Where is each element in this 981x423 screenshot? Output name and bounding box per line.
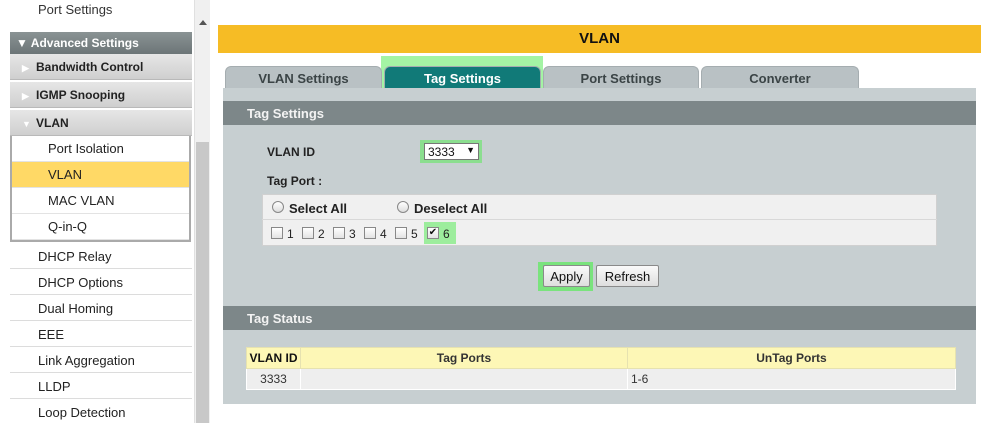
tab-vlan-settings[interactable]: VLAN Settings — [225, 66, 382, 90]
advanced-settings-label: Advanced Settings — [30, 36, 139, 50]
sidebar-item-dhcp-options[interactable]: DHCP Options — [10, 269, 192, 295]
scroll-up-icon[interactable] — [199, 20, 207, 25]
port-6-label: 6 — [443, 227, 450, 241]
tag-port-label: Tag Port : — [267, 174, 323, 188]
port-4-label: 4 — [380, 227, 387, 241]
scrollbar-thumb[interactable] — [196, 142, 209, 423]
tag-status-table: VLAN ID Tag Ports UnTag Ports 3333 1-6 — [246, 347, 956, 390]
triangle-down-icon: ▼ — [16, 36, 28, 50]
port-2-checkbox[interactable] — [302, 227, 314, 239]
tag-settings-header: Tag Settings — [223, 101, 976, 125]
apply-button[interactable]: Apply — [543, 265, 590, 287]
sidebar-advanced-settings-header[interactable]: ▼ Advanced Settings — [10, 32, 192, 54]
refresh-button[interactable]: Refresh — [596, 265, 659, 287]
sidebar-group-igmp-snooping[interactable]: ▶ IGMP Snooping — [10, 82, 192, 108]
column-header-vlan-id: VLAN ID — [246, 347, 301, 369]
port-1-checkbox[interactable] — [271, 227, 283, 239]
cell-tag-ports — [300, 368, 628, 390]
column-header-untag-ports: UnTag Ports — [627, 347, 956, 369]
cell-vlan-id: 3333 — [246, 368, 301, 390]
column-header-tag-ports: Tag Ports — [300, 347, 628, 369]
cell-untag-ports: 1-6 — [627, 368, 956, 390]
sidebar-scrollbar[interactable] — [194, 0, 210, 423]
port-6-checkbox[interactable]: ✔ — [427, 227, 439, 239]
submenu-item-vlan[interactable]: VLAN — [12, 162, 189, 188]
tab-tag-settings[interactable]: Tag Settings — [384, 66, 541, 90]
tab-converter[interactable]: Converter — [701, 66, 859, 90]
sidebar-item-dhcp-relay[interactable]: DHCP Relay — [10, 243, 192, 269]
check-icon: ✔ — [428, 227, 438, 238]
vlan-id-label: VLAN ID — [267, 145, 315, 159]
tab-port-settings[interactable]: Port Settings — [543, 66, 699, 90]
triangle-down-icon: ▼ — [22, 119, 31, 129]
vlan-id-value: 3333 — [428, 145, 455, 159]
sidebar-item-eee[interactable]: EEE — [10, 321, 192, 347]
deselect-all-label: Deselect All — [414, 201, 488, 216]
port-4-checkbox[interactable] — [364, 227, 376, 239]
port-1-label: 1 — [287, 227, 294, 241]
sidebar-item-lldp[interactable]: LLDP — [10, 373, 192, 399]
sidebar-item-dual-homing[interactable]: Dual Homing — [10, 295, 192, 321]
sidebar-item-port-settings[interactable]: Port Settings — [10, 0, 192, 32]
triangle-right-icon: ▶ — [22, 63, 29, 73]
submenu-item-port-isolation[interactable]: Port Isolation — [12, 136, 189, 162]
deselect-all-radio[interactable] — [397, 201, 409, 213]
submenu-item-q-in-q[interactable]: Q-in-Q — [12, 214, 189, 240]
vlan-submenu: Port Isolation VLAN MAC VLAN Q-in-Q — [10, 136, 191, 242]
port-2-label: 2 — [318, 227, 325, 241]
sidebar: Port Settings ▼ Advanced Settings ▶ Bandw… — [0, 0, 210, 423]
sidebar-item-loop-detection[interactable]: Loop Detection — [10, 399, 192, 423]
submenu-item-mac-vlan[interactable]: MAC VLAN — [12, 188, 189, 214]
table-header-row: VLAN ID Tag Ports UnTag Ports — [246, 347, 956, 369]
port-3-label: 3 — [349, 227, 356, 241]
triangle-right-icon: ▶ — [22, 91, 29, 101]
select-row — [262, 194, 937, 220]
sidebar-item-link-aggregation[interactable]: Link Aggregation — [10, 347, 192, 373]
caret-down-icon: ▼ — [466, 145, 475, 155]
select-all-radio[interactable] — [272, 201, 284, 213]
port-3-checkbox[interactable] — [333, 227, 345, 239]
vlan-id-select[interactable]: 3333 ▼ — [424, 143, 479, 160]
table-row: 3333 1-6 — [246, 368, 956, 390]
port-5-checkbox[interactable] — [395, 227, 407, 239]
select-all-label: Select All — [289, 201, 348, 216]
page-title: VLAN — [218, 25, 981, 53]
port-5-label: 5 — [411, 227, 418, 241]
sidebar-group-vlan[interactable]: ▼ VLAN — [10, 110, 192, 136]
tag-status-header: Tag Status — [223, 306, 976, 330]
sidebar-group-bandwidth-control[interactable]: ▶ Bandwidth Control — [10, 54, 192, 80]
